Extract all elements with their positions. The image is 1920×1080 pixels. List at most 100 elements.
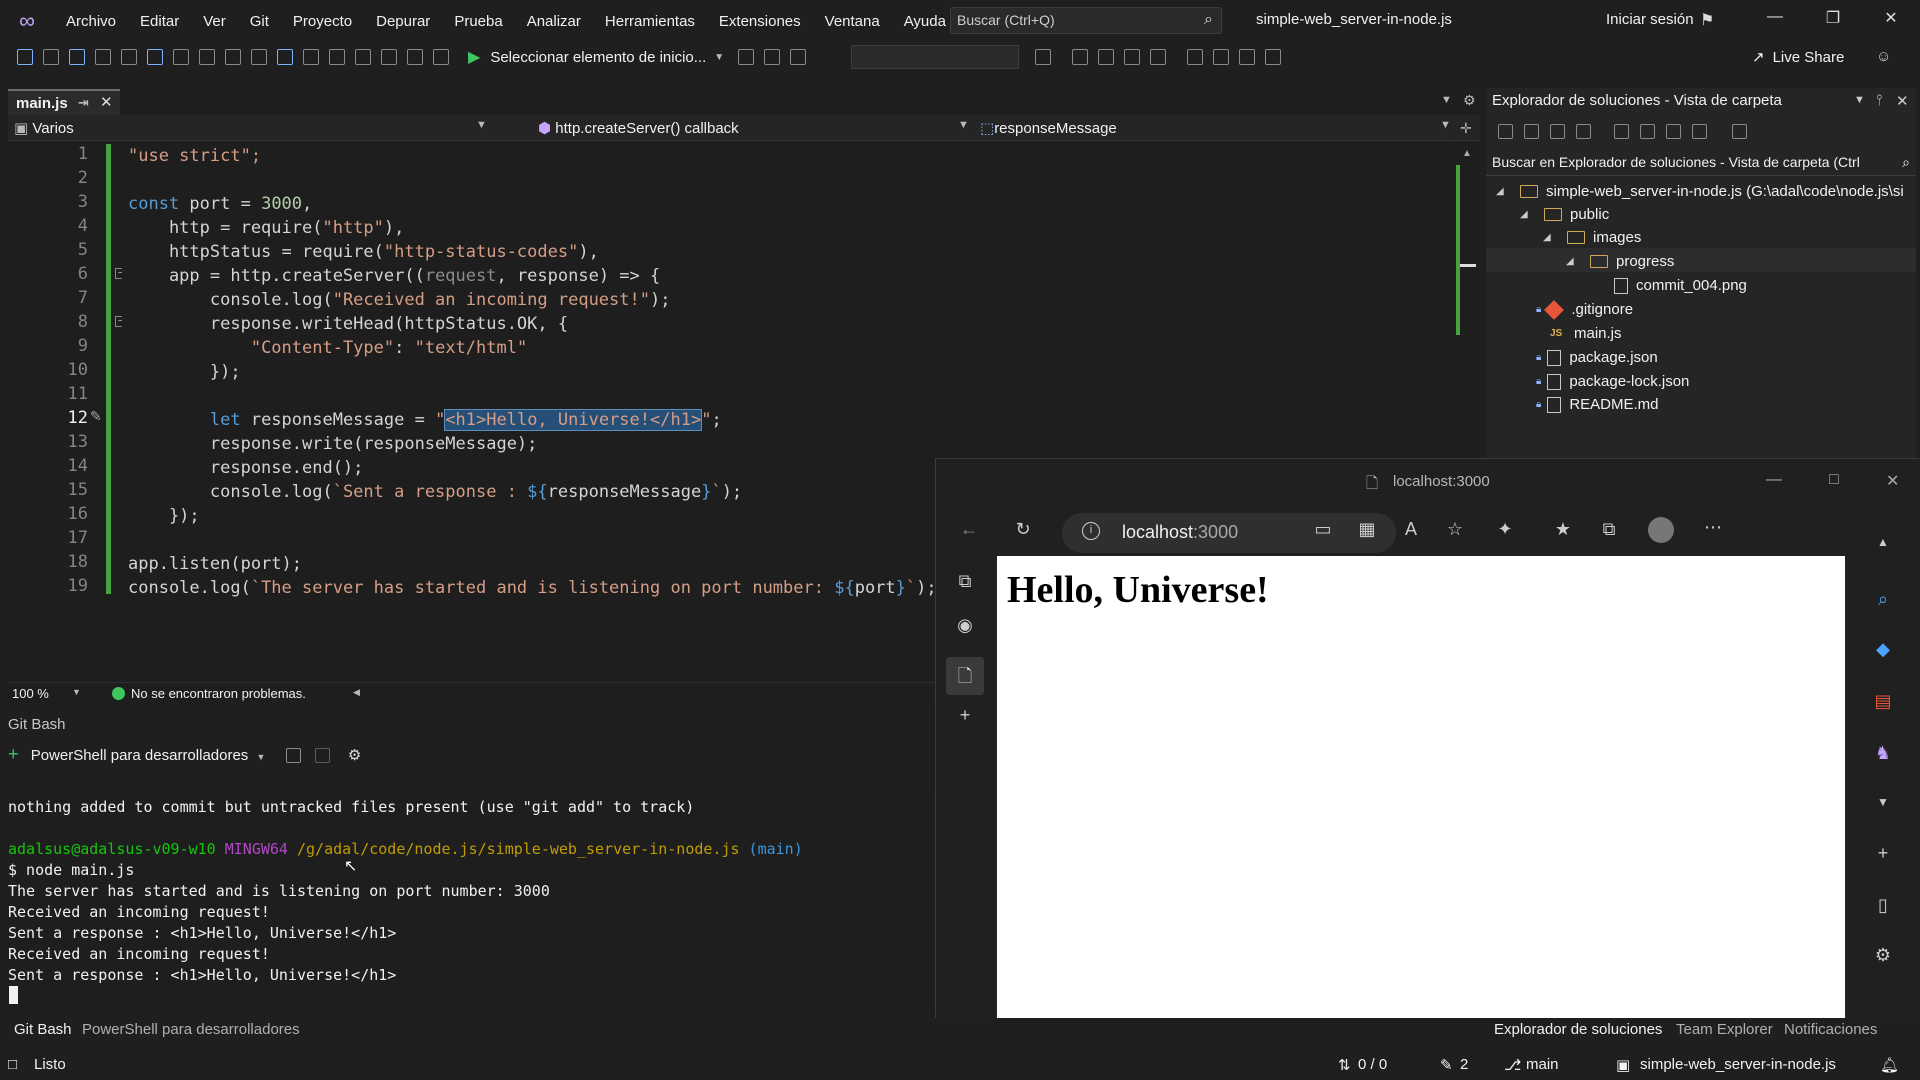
tag-icon[interactable]: ◆ xyxy=(1870,639,1896,660)
back-icon[interactable] xyxy=(17,49,33,65)
tree-item-gitignore[interactable]: 🔒︎ .gitignore xyxy=(1536,298,1633,321)
tool-icon-l[interactable] xyxy=(1124,49,1141,65)
favorites-icon[interactable]: ★ xyxy=(1550,519,1576,540)
scroll-left-icon[interactable]: ◀ xyxy=(353,687,360,698)
tree-item-public[interactable]: ◢ public xyxy=(1520,203,1609,226)
menu-analizar[interactable]: Analizar xyxy=(515,13,593,30)
tool-icon-c[interactable] xyxy=(355,49,371,65)
close-panel-icon[interactable]: ✕ xyxy=(1896,92,1909,110)
repo-icon[interactable]: ▣ xyxy=(1616,1056,1630,1074)
close-icon[interactable]: ✕ xyxy=(1886,471,1899,491)
person-icon[interactable]: ⚑ xyxy=(1700,10,1714,30)
more-icon[interactable]: ⋯ xyxy=(1700,517,1726,538)
scroll-up-icon[interactable]: ▲ xyxy=(1870,535,1896,549)
pending-changes[interactable]: 2 xyxy=(1460,1056,1468,1073)
menu-ayuda[interactable]: Ayuda xyxy=(892,13,958,30)
sync-status[interactable]: 0 / 0 xyxy=(1358,1056,1387,1073)
home-icon[interactable] xyxy=(1550,124,1565,139)
pencil-icon[interactable]: ✎ xyxy=(1440,1056,1453,1074)
tree-item-package-lock-json[interactable]: 🔒︎ package-lock.json xyxy=(1536,370,1689,393)
pin-icon[interactable]: ⫯ xyxy=(1876,92,1883,109)
nav-scope-chevron-icon[interactable]: ▼ xyxy=(476,119,487,131)
menu-proyecto[interactable]: Proyecto xyxy=(281,13,364,30)
tab-list-chevron-icon[interactable]: ▼ xyxy=(1441,94,1452,106)
menu-ver[interactable]: Ver xyxy=(191,13,238,30)
minimize-icon[interactable]: — xyxy=(1760,8,1790,26)
bookmark-prev-icon[interactable] xyxy=(1213,49,1230,65)
open-icon[interactable] xyxy=(95,49,111,65)
new-project-icon[interactable] xyxy=(69,49,85,65)
zoom-level[interactable]: 100 % xyxy=(12,686,49,701)
scroll-up-icon[interactable]: ▲ xyxy=(1462,148,1472,159)
address-bar[interactable]: i localhost:3000 xyxy=(1062,513,1396,553)
nav-member[interactable]: ⬢ http.createServer() callback xyxy=(538,119,739,137)
sidebar-toggle-icon[interactable]: ▯ xyxy=(1870,895,1896,916)
settings-icon[interactable]: ⚙ xyxy=(1870,945,1896,966)
tool-icon-m[interactable] xyxy=(1150,49,1167,65)
properties-icon[interactable] xyxy=(1732,124,1747,139)
sync-arrows-icon[interactable]: ⇅ xyxy=(1338,1056,1351,1074)
tool-icon-a[interactable] xyxy=(277,49,293,65)
solution-search-input[interactable]: Buscar en Explorador de soluciones - Vis… xyxy=(1486,152,1916,176)
tab-team-explorer[interactable]: Team Explorer xyxy=(1676,1021,1773,1038)
minimize-icon[interactable]: — xyxy=(1766,471,1782,489)
tool-icon-f[interactable] xyxy=(433,49,449,65)
grid-icon[interactable]: ▦ xyxy=(1354,519,1380,540)
new-tab-icon[interactable]: + xyxy=(952,705,978,726)
zoom-chevron-icon[interactable]: ▼ xyxy=(72,687,81,697)
tab-solution-explorer[interactable]: Explorador de soluciones xyxy=(1494,1021,1662,1038)
nav-scope[interactable]: ▣ Varios xyxy=(14,119,74,137)
tool-icon-j[interactable] xyxy=(1072,49,1089,65)
save-all-icon[interactable] xyxy=(147,49,163,65)
tool-icon-b[interactable] xyxy=(303,49,319,65)
step-icon[interactable] xyxy=(225,49,241,65)
tree-item-progress[interactable]: ◢ progress xyxy=(1566,250,1674,273)
back-icon[interactable]: ← xyxy=(956,519,982,540)
dropdown-chevron-icon[interactable]: ▼ xyxy=(1854,94,1865,106)
tool-icon-g[interactable] xyxy=(738,49,755,65)
paste-icon[interactable] xyxy=(314,748,330,763)
back-icon[interactable] xyxy=(1498,124,1513,139)
tab-actions-icon[interactable]: ⧉ xyxy=(952,571,978,592)
nav-symbol-chevron-icon[interactable]: ▼ xyxy=(1440,119,1451,131)
add-icon[interactable]: + xyxy=(1870,843,1896,864)
forward-icon[interactable] xyxy=(1524,124,1539,139)
site-info-icon[interactable]: i xyxy=(1082,522,1100,540)
show-all-files-icon[interactable] xyxy=(1692,124,1707,139)
copy-icon[interactable] xyxy=(285,748,301,763)
menu-prueba[interactable]: Prueba xyxy=(442,13,514,30)
favorite-add-icon[interactable]: ☆ xyxy=(1442,519,1468,540)
spellcheck-icon[interactable] xyxy=(1035,49,1052,65)
nav-symbol[interactable]: ⬚responseMessage xyxy=(980,119,1117,137)
redo-icon[interactable] xyxy=(199,49,215,65)
menu-archivo[interactable]: Archivo xyxy=(54,13,128,30)
toolbox-icon[interactable] xyxy=(329,49,345,65)
menu-editar[interactable]: Editar xyxy=(128,13,191,30)
search-box[interactable]: Buscar (Ctrl+Q) ⌕ xyxy=(950,7,1222,34)
bookmark-clear-icon[interactable] xyxy=(1265,49,1282,65)
repo-name[interactable]: simple-web_server-in-node.js xyxy=(1640,1056,1836,1073)
terminal-output[interactable]: nothing added to commit but untracked fi… xyxy=(8,788,938,1008)
tool-icon-i[interactable] xyxy=(790,49,807,65)
extensions-icon[interactable]: ✦ xyxy=(1492,519,1518,540)
collapse-all-icon[interactable] xyxy=(1666,124,1681,139)
open-folder-icon[interactable] xyxy=(251,49,267,65)
app-available-icon[interactable]: ▭ xyxy=(1310,519,1336,540)
tab-git-bash[interactable]: Git Bash xyxy=(14,1021,72,1038)
undo-icon[interactable] xyxy=(173,49,189,65)
live-share-button[interactable]: ↗ Live Share xyxy=(1752,48,1844,66)
split-icon[interactable]: ✛ xyxy=(1460,120,1472,137)
output-icon[interactable]: □ xyxy=(8,1056,17,1073)
bell-icon[interactable]: 🔔︎ xyxy=(1880,1056,1899,1074)
collections-icon[interactable]: ⧉ xyxy=(1596,519,1622,540)
tool-icon-e[interactable] xyxy=(407,49,423,65)
chevron-down-icon[interactable]: ▼ xyxy=(256,752,265,762)
menu-herramientas[interactable]: Herramientas xyxy=(593,13,707,30)
shell-selector[interactable]: PowerShell para desarrolladores xyxy=(31,747,249,764)
settings-icon[interactable]: ⚙ xyxy=(1463,92,1476,109)
github-icon[interactable]: ◉ xyxy=(952,615,978,636)
branch-name[interactable]: main xyxy=(1526,1056,1559,1073)
tab-powershell[interactable]: PowerShell para desarrolladores xyxy=(82,1021,300,1038)
config-combo[interactable] xyxy=(851,45,1020,69)
maximize-icon[interactable]: □ xyxy=(1829,471,1839,489)
